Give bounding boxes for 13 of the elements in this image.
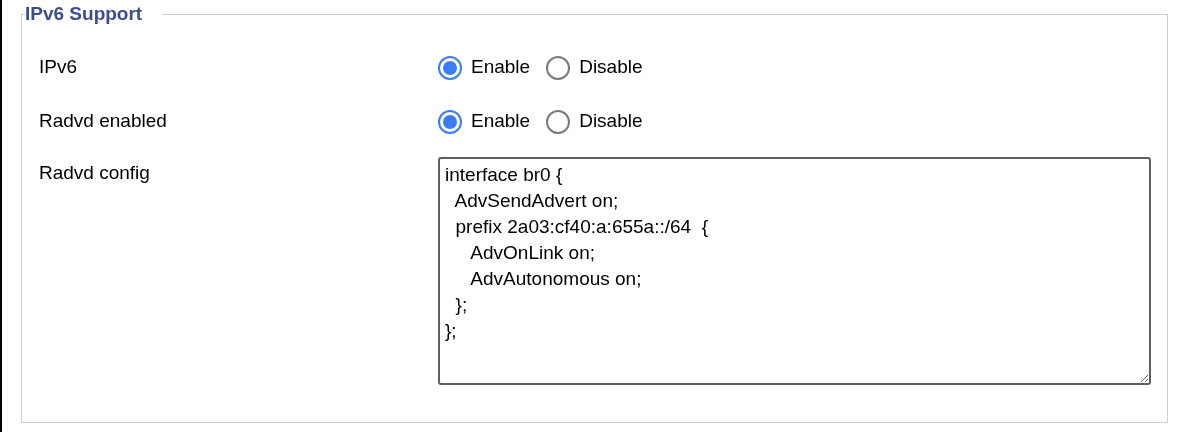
field-label: Radvd config (39, 160, 151, 185)
field-label: IPv6 (39, 55, 79, 80)
radio-option[interactable]: Enable (438, 107, 531, 136)
radio-option[interactable]: Enable (438, 53, 531, 82)
radio-button[interactable] (546, 109, 571, 134)
section-title: IPv6 Support (25, 2, 144, 26)
radio-option[interactable]: Disable (546, 107, 643, 136)
radio-button[interactable] (438, 109, 462, 134)
config-textarea[interactable]: interface br0 { AdvSendAdvert on; prefix 2a03:cf40:a:655a::/64 { AdvOnLink on; AdvAutonomous on; }; }; (438, 156, 1151, 385)
field-label: Radvd enabled (39, 109, 168, 134)
radio-button[interactable] (438, 55, 462, 80)
radio-button[interactable] (546, 55, 571, 80)
radio-option[interactable]: Disable (546, 53, 643, 82)
